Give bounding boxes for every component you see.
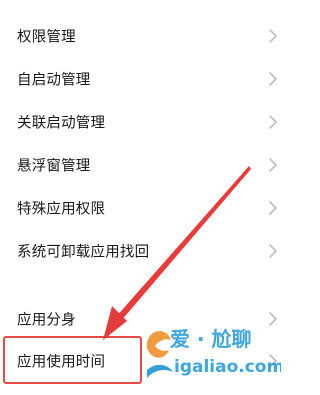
settings-item-floating-window[interactable]: 悬浮窗管理 [0, 145, 281, 185]
settings-item-label: 应用分身 [17, 312, 76, 329]
settings-item-restore-system-apps[interactable]: 系统可卸载应用找回 [0, 231, 281, 271]
settings-item-label: 自启动管理 [17, 72, 91, 89]
settings-item-label: 权限管理 [17, 29, 76, 46]
highlight-box [3, 336, 142, 384]
settings-item-special-permissions[interactable]: 特殊应用权限 [0, 188, 281, 228]
chevron-right-icon [269, 158, 277, 172]
watermark-brand: 爱 · 尬聊 [170, 327, 252, 351]
chevron-right-icon [269, 115, 277, 129]
settings-item-associated-launch[interactable]: 关联启动管理 [0, 102, 281, 142]
settings-item-permissions[interactable]: 权限管理 [0, 16, 281, 56]
chevron-right-icon [269, 29, 277, 43]
settings-item-label: 悬浮窗管理 [17, 158, 91, 175]
site-watermark: 爱 · 尬聊 igaliao.com [144, 320, 281, 395]
chevron-right-icon [269, 244, 277, 258]
settings-item-label: 关联启动管理 [17, 115, 106, 132]
app-management-screen: 权限管理 自启动管理 关联启动管理 悬浮窗管理 特殊应用权限 系统可卸载应用找回… [0, 0, 281, 395]
settings-item-label: 特殊应用权限 [17, 201, 106, 218]
watermark-url: igaliao.com [174, 357, 281, 377]
settings-item-label: 系统可卸载应用找回 [17, 244, 150, 261]
chevron-right-icon [269, 201, 277, 215]
chevron-right-icon [269, 72, 277, 86]
previous-item-remnant [16, 0, 76, 3]
settings-item-autostart[interactable]: 自启动管理 [0, 59, 281, 99]
